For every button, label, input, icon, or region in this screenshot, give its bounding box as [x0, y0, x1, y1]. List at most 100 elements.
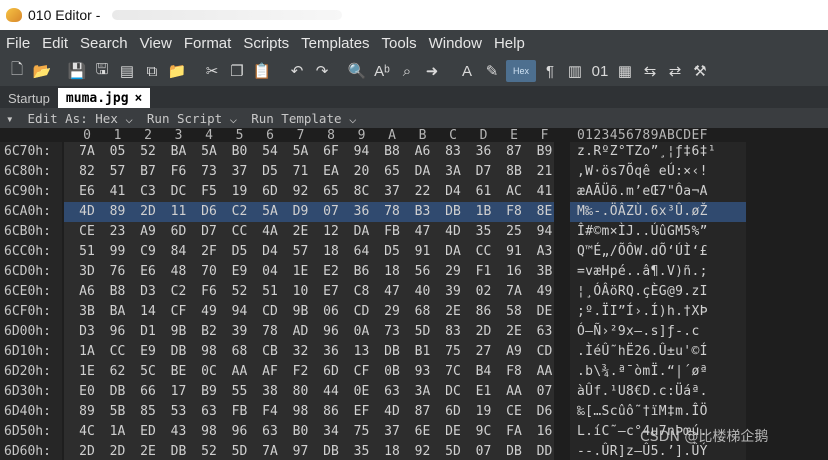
- hex-byte[interactable]: F8: [503, 364, 525, 379]
- hex-byte[interactable]: 87: [503, 144, 525, 159]
- hex-byte[interactable]: 36: [473, 144, 495, 159]
- hex-byte[interactable]: 13: [351, 344, 373, 359]
- hex-byte[interactable]: 07: [320, 204, 342, 219]
- hex-byte[interactable]: 94: [229, 304, 251, 319]
- hex-byte[interactable]: B9: [198, 384, 220, 399]
- highlight-icon[interactable]: ✎: [481, 60, 503, 82]
- hex-byte[interactable]: 47: [381, 284, 403, 299]
- menu-format[interactable]: Format: [178, 35, 238, 52]
- hex-byte[interactable]: 51: [76, 244, 98, 259]
- hex-row[interactable]: 6D00h: D3 96 D1 9B B2 39 78 AD 96 0A 73 5D 83 2D 2E 63 Ó–…: [0, 322, 828, 342]
- hex-byte[interactable]: B6: [351, 264, 373, 279]
- hex-byte[interactable]: A3: [534, 244, 556, 259]
- hex-byte[interactable]: A6: [76, 284, 98, 299]
- hex-byte[interactable]: 37: [229, 164, 251, 179]
- hex-byte[interactable]: 51: [259, 284, 281, 299]
- hex-byte[interactable]: 6D: [168, 224, 190, 239]
- hex-byte[interactable]: CC: [229, 224, 251, 239]
- hex-byte[interactable]: DB: [442, 204, 464, 219]
- hex-byte[interactable]: D4: [259, 244, 281, 259]
- hex-byte[interactable]: E6: [137, 264, 159, 279]
- hex-byte[interactable]: B1: [412, 344, 434, 359]
- ascii-text[interactable]: Î#©m×ÌJ..ÚûGM5%”: [577, 224, 708, 239]
- save-as-icon[interactable]: 🖫: [91, 60, 113, 82]
- hex-byte[interactable]: 71: [290, 164, 312, 179]
- hex-byte[interactable]: AA: [229, 364, 251, 379]
- hex-byte[interactable]: BA: [168, 144, 190, 159]
- edit-as-dropdown[interactable]: Edit As: Hex ⌵: [28, 111, 133, 126]
- hex-byte[interactable]: 89: [107, 204, 129, 219]
- menu-tools[interactable]: Tools: [376, 35, 423, 52]
- hex-byte[interactable]: 55: [229, 384, 251, 399]
- hex-byte[interactable]: 5A: [198, 144, 220, 159]
- hex-byte[interactable]: 87: [412, 404, 434, 419]
- hex-row[interactable]: 6CC0h: 51 99 C9 84 2F D5 D4 57 18 64 D5 91 DA CC 91 A3 Q™…: [0, 242, 828, 262]
- hex-byte[interactable]: 4C: [76, 424, 98, 439]
- hex-byte[interactable]: 36: [351, 204, 373, 219]
- hex-byte[interactable]: CD: [351, 304, 373, 319]
- hex-byte[interactable]: 37: [381, 184, 403, 199]
- hex-byte[interactable]: 9C: [473, 424, 495, 439]
- hex-byte[interactable]: 10: [290, 284, 312, 299]
- hex-byte[interactable]: 7C: [442, 364, 464, 379]
- hex-byte[interactable]: 98: [198, 344, 220, 359]
- hex-byte[interactable]: C2: [168, 284, 190, 299]
- hex-byte[interactable]: D4: [442, 184, 464, 199]
- hex-byte[interactable]: 63: [534, 324, 556, 339]
- hex-byte[interactable]: 9B: [168, 324, 190, 339]
- ascii-text[interactable]: --.ÛR]z—Û5.’].ÛÝ: [577, 444, 708, 459]
- hex-byte[interactable]: 23: [107, 224, 129, 239]
- hex-byte[interactable]: C2: [229, 204, 251, 219]
- menu-file[interactable]: File: [0, 35, 36, 52]
- hex-byte[interactable]: 49: [534, 284, 556, 299]
- hex-row[interactable]: 6CE0h: A6 B8 D3 C2 F6 52 51 10 E7 C8 47 40 39 02 7A 49 ¦¸…: [0, 282, 828, 302]
- menu-scripts[interactable]: Scripts: [237, 35, 295, 52]
- hex-byte[interactable]: D3: [137, 284, 159, 299]
- hex-byte[interactable]: 54: [259, 144, 281, 159]
- hex-byte[interactable]: CF: [351, 364, 373, 379]
- hex-byte[interactable]: 02: [473, 284, 495, 299]
- hex-byte[interactable]: 37: [381, 424, 403, 439]
- hex-byte[interactable]: 99: [107, 244, 129, 259]
- goto-icon[interactable]: ➜: [421, 60, 443, 82]
- menu-search[interactable]: Search: [74, 35, 134, 52]
- hex-byte[interactable]: BE: [168, 364, 190, 379]
- hex-byte[interactable]: 65: [320, 184, 342, 199]
- hex-byte[interactable]: 56: [412, 264, 434, 279]
- hex-byte[interactable]: 05: [107, 144, 129, 159]
- hex-byte[interactable]: 06: [320, 304, 342, 319]
- tab-startup[interactable]: Startup: [0, 88, 58, 108]
- hex-byte[interactable]: D5: [229, 244, 251, 259]
- hex-byte[interactable]: D7: [198, 224, 220, 239]
- undo-icon[interactable]: ↶: [286, 60, 308, 82]
- hex-byte[interactable]: 5D: [442, 444, 464, 459]
- hex-byte[interactable]: 19: [229, 184, 251, 199]
- hex-byte[interactable]: DB: [168, 444, 190, 459]
- hex-byte[interactable]: FB: [229, 404, 251, 419]
- hex-byte[interactable]: 78: [381, 204, 403, 219]
- hex-byte[interactable]: 70: [198, 264, 220, 279]
- hex-byte[interactable]: DD: [534, 444, 556, 459]
- hex-byte[interactable]: 80: [290, 384, 312, 399]
- hex-byte[interactable]: 68: [412, 304, 434, 319]
- hex-byte[interactable]: 98: [198, 424, 220, 439]
- hex-byte[interactable]: AD: [290, 324, 312, 339]
- hex-byte[interactable]: E2: [320, 264, 342, 279]
- copy-file-icon[interactable]: ⧉: [141, 60, 163, 82]
- hex-byte[interactable]: CD: [534, 344, 556, 359]
- find-icon[interactable]: 🔍: [346, 60, 368, 82]
- hex-byte[interactable]: DE: [442, 424, 464, 439]
- menu-edit[interactable]: Edit: [36, 35, 74, 52]
- hex-byte[interactable]: 0C: [198, 364, 220, 379]
- hex-byte[interactable]: 0E: [351, 384, 373, 399]
- hex-byte[interactable]: 96: [107, 324, 129, 339]
- hex-byte[interactable]: 89: [76, 404, 98, 419]
- hex-byte[interactable]: 93: [412, 364, 434, 379]
- hex-byte[interactable]: 6F: [320, 144, 342, 159]
- hex-byte[interactable]: 57: [107, 164, 129, 179]
- hex-byte[interactable]: 2E: [290, 224, 312, 239]
- hex-byte[interactable]: 38: [259, 384, 281, 399]
- hex-byte[interactable]: 98: [290, 404, 312, 419]
- hex-byte[interactable]: 5C: [137, 364, 159, 379]
- hex-byte[interactable]: 5A: [259, 204, 281, 219]
